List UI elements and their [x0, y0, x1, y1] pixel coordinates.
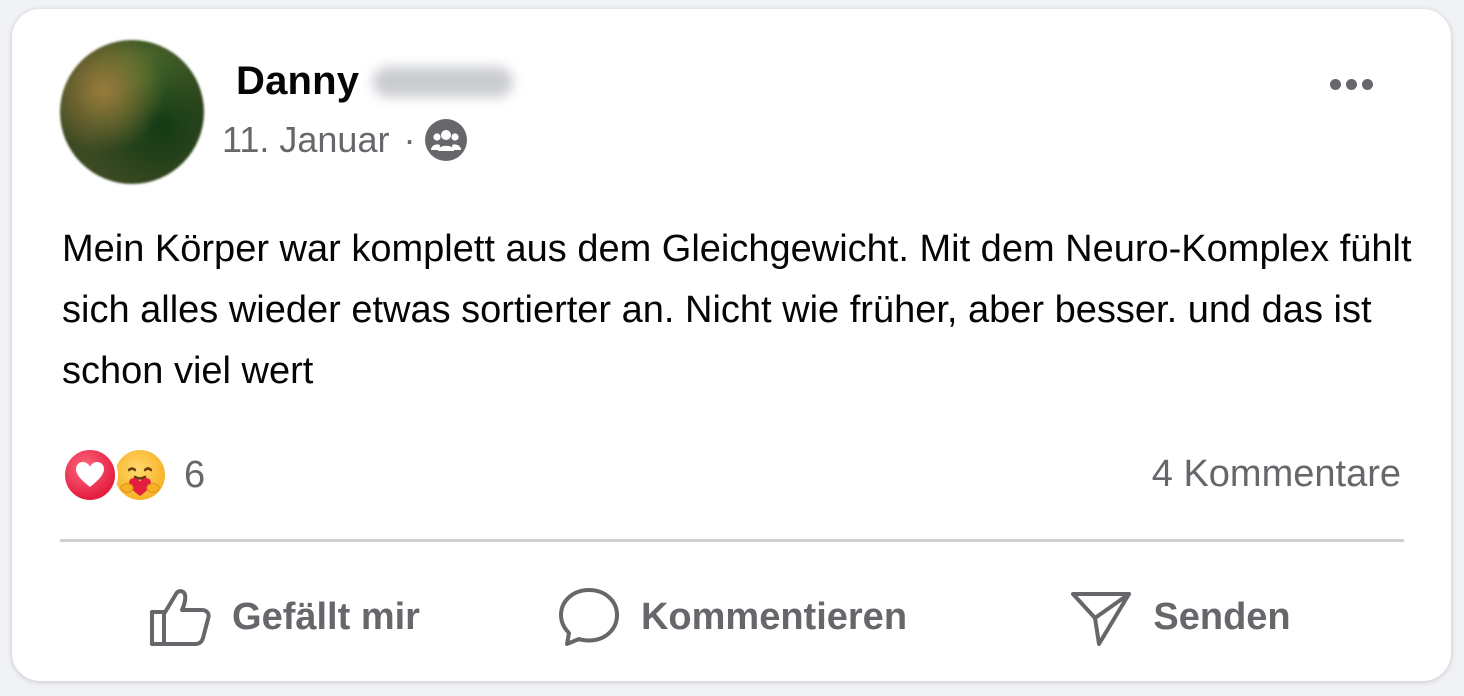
- group-icon[interactable]: [425, 119, 468, 161]
- comment-label: Kommentieren: [640, 595, 908, 638]
- post-actions-bar: Gefällt mir Kommentieren Senden: [60, 572, 1404, 662]
- avatar[interactable]: [60, 40, 204, 184]
- meta-separator: ·: [403, 119, 416, 160]
- care-reaction-icon: [112, 447, 168, 503]
- comment-bubble-icon: [558, 588, 619, 646]
- more-dot-icon: [1346, 79, 1357, 90]
- post-card: Danny 11. Januar · Mein Körper war kompl…: [12, 9, 1451, 681]
- post-date[interactable]: 11. Januar: [222, 119, 389, 161]
- post-text: Mein Körper war komplett aus dem Gleichg…: [62, 228, 1412, 392]
- more-dot-icon: [1362, 79, 1373, 90]
- comments-count-link[interactable]: 4 Kommentare: [1152, 453, 1401, 496]
- reactions-summary[interactable]: 6: [62, 447, 205, 503]
- more-options-button[interactable]: [1330, 79, 1373, 90]
- like-button[interactable]: Gefällt mir: [60, 572, 508, 662]
- like-label: Gefällt mir: [232, 595, 420, 638]
- send-icon: [1071, 592, 1132, 646]
- reaction-count: 6: [184, 453, 206, 496]
- comment-button[interactable]: Kommentieren: [508, 572, 956, 662]
- post-header: Danny: [236, 59, 514, 104]
- blurred-surname: [373, 66, 514, 97]
- thumbs-up-icon: [150, 589, 211, 646]
- divider: [60, 539, 1404, 542]
- more-dot-icon: [1330, 79, 1341, 90]
- love-reaction-icon: [62, 447, 118, 503]
- send-button[interactable]: Senden: [956, 572, 1404, 662]
- author-name[interactable]: Danny: [236, 59, 359, 104]
- send-label: Senden: [1153, 595, 1291, 638]
- post-meta: 11. Januar ·: [222, 119, 468, 161]
